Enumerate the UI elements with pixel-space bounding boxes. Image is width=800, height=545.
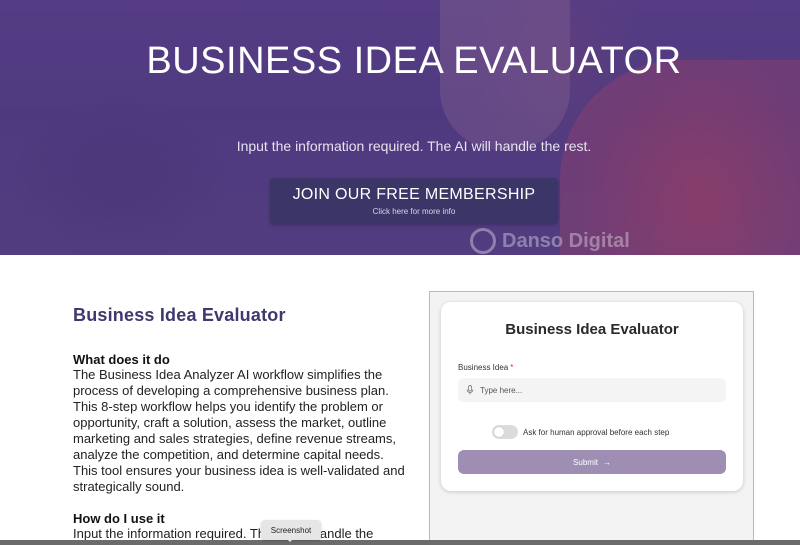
submit-button[interactable]: Submit →	[458, 450, 726, 474]
hero-banner: Danso Digital BUSINESS IDEA EVALUATOR In…	[0, 0, 800, 255]
business-idea-label: Business Idea *	[458, 363, 513, 372]
watermark-text: Danso Digital	[502, 229, 630, 252]
join-membership-button[interactable]: JOIN OUR FREE MEMBERSHIP Click here for …	[270, 178, 558, 224]
cta-sublabel: Click here for more info	[372, 207, 456, 216]
hero-watermark: Danso Digital	[470, 228, 630, 254]
what-body: The Business Idea Analyzer AI workflow s…	[73, 367, 405, 494]
business-idea-field[interactable]	[458, 378, 726, 402]
tooltip-pointer	[286, 538, 294, 542]
what-heading: What does it do	[73, 352, 170, 367]
submit-label: Submit	[573, 457, 598, 467]
cta-label: JOIN OUR FREE MEMBERSHIP	[292, 186, 536, 203]
page-title: BUSINESS IDEA EVALUATOR	[146, 40, 682, 82]
human-approval-toggle[interactable]	[492, 425, 518, 439]
field-label-text: Business Idea	[458, 363, 509, 372]
microphone-icon[interactable]	[466, 385, 474, 395]
toggle-knob	[494, 427, 504, 437]
description-column: Business Idea Evaluator What does it do …	[73, 305, 408, 542]
danso-digital-logo-icon	[470, 228, 496, 254]
window-bottom-edge	[0, 540, 800, 545]
section-title: Business Idea Evaluator	[73, 305, 286, 325]
hero-subtitle: Input the information required. The AI w…	[236, 138, 592, 154]
evaluator-form: Business Idea Evaluator Business Idea* A…	[441, 302, 743, 491]
business-idea-input[interactable]	[480, 385, 710, 395]
form-title: Business Idea Evaluator	[505, 321, 679, 338]
approval-toggle-row: Ask for human approval before each step	[492, 425, 669, 439]
how-heading: How do I use it	[73, 511, 165, 526]
required-marker: *	[510, 363, 514, 372]
arrow-right-icon: →	[602, 457, 611, 467]
screenshot-tooltip: Screenshot	[261, 520, 321, 540]
toggle-label: Ask for human approval before each step	[523, 427, 670, 437]
